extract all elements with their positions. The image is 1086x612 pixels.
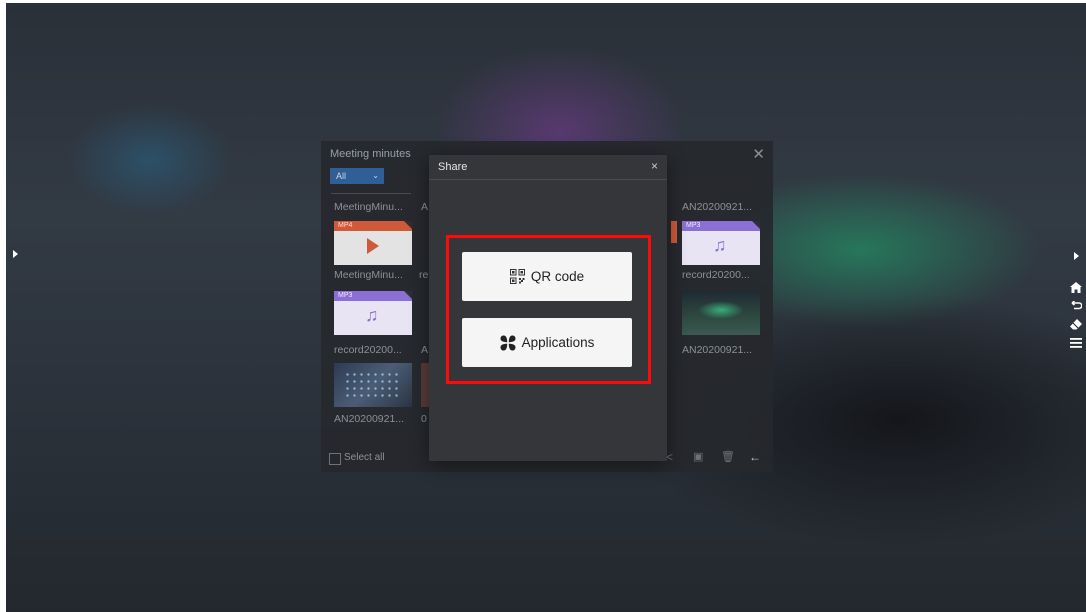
share-dialog-title: Share [438, 161, 468, 173]
file-name: AN20200921... [682, 344, 753, 356]
screenshot-thumbnail[interactable] [334, 363, 412, 407]
list-item[interactable]: record20200... [682, 269, 762, 281]
applications-icon [500, 335, 516, 350]
select-all-label: Select all [344, 452, 385, 463]
panel-title: Meeting minutes [330, 148, 411, 160]
delete-icon[interactable]: 🗑 [721, 450, 735, 463]
save-icon[interactable]: ▣ [693, 450, 703, 463]
file-name: record20200... [334, 344, 402, 356]
share-dialog: Share × [429, 155, 667, 461]
applications-label: Applications [521, 335, 595, 350]
music-note-icon: ♫ [713, 235, 727, 255]
eraser-icon[interactable] [1070, 319, 1082, 330]
mp4-file-thumbnail-edge [671, 221, 677, 243]
screen-edge-left [0, 0, 6, 612]
file-type-label: MP3 [338, 292, 353, 299]
file-type-label: MP3 [686, 222, 701, 229]
back-icon[interactable] [1071, 301, 1082, 311]
left-sidebar-toggle-icon[interactable] [13, 250, 18, 258]
thumbnail-edge [421, 363, 429, 407]
mp3-file-thumbnail[interactable]: MP3 ♫ [682, 221, 760, 265]
screen-edge-top [0, 0, 1086, 3]
applications-button[interactable]: Applications [462, 318, 632, 367]
list-item[interactable]: AN20200921... [334, 413, 414, 425]
screenshot-thumbnail[interactable] [682, 291, 760, 335]
qr-code-button[interactable]: QR code [462, 252, 632, 301]
file-name: record20200... [682, 269, 750, 281]
home-icon[interactable] [1070, 282, 1082, 293]
chevron-right-icon[interactable] [1073, 252, 1079, 260]
aurora-preview [698, 301, 744, 319]
divider [331, 193, 411, 194]
file-name: AN20200921... [334, 413, 405, 425]
mp4-file-thumbnail[interactable]: MP4 [334, 221, 412, 265]
desktop-icons-preview [344, 371, 402, 397]
share-dialog-header: Share × [429, 155, 667, 180]
back-arrow-icon[interactable]: ← [749, 450, 761, 464]
menu-icon[interactable] [1070, 338, 1082, 348]
list-item[interactable]: MeetingMinu... [334, 269, 414, 281]
file-name: AN20200921... [682, 201, 753, 213]
list-item[interactable]: MeetingMinu... [334, 201, 414, 213]
qr-code-label: QR code [530, 269, 585, 284]
list-item[interactable]: record20200... [334, 344, 414, 356]
play-icon [367, 238, 379, 254]
filter-dropdown[interactable]: All ⌄ [330, 168, 384, 184]
chevron-down-icon: ⌄ [372, 171, 379, 180]
panel-close-icon[interactable]: ✕ [752, 145, 765, 163]
file-name: MeetingMinu... [334, 269, 403, 281]
list-item[interactable]: AN20200921... [682, 201, 762, 213]
music-note-icon: ♫ [365, 305, 379, 325]
list-item[interactable]: AN20200921... [682, 344, 762, 356]
right-toolbar [1069, 252, 1083, 348]
filter-selected-value: All [336, 171, 347, 181]
qr-code-icon [509, 269, 525, 284]
select-all-checkbox[interactable] [329, 453, 341, 465]
mp3-file-thumbnail[interactable]: MP3 ♫ [334, 291, 412, 335]
close-icon[interactable]: × [651, 159, 658, 173]
file-name: MeetingMinu... [334, 201, 403, 213]
file-type-label: MP4 [338, 222, 353, 229]
share-icon[interactable]: < [666, 450, 673, 464]
